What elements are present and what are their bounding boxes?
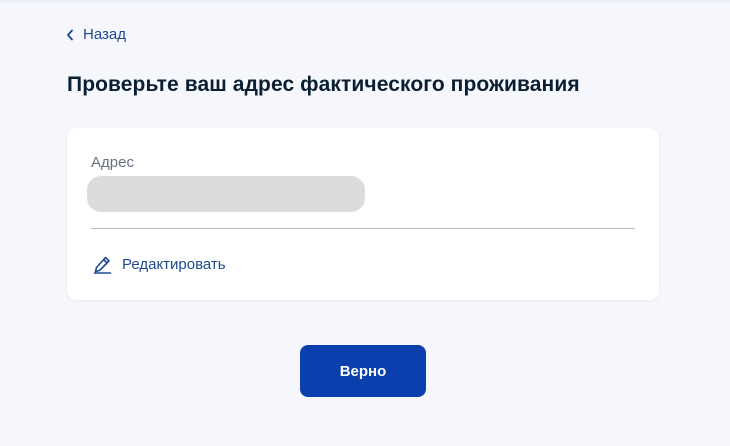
top-bar xyxy=(0,0,730,3)
card-divider xyxy=(91,228,635,229)
address-card: Адрес Редактировать xyxy=(67,128,659,300)
back-label: Назад xyxy=(83,26,126,43)
back-link[interactable]: Назад xyxy=(66,26,126,43)
address-value-redacted xyxy=(87,176,365,212)
pencil-icon xyxy=(93,255,112,274)
address-field-label: Адрес xyxy=(91,154,134,171)
confirm-button[interactable]: Верно xyxy=(300,345,426,397)
page-title: Проверьте ваш адрес фактического прожива… xyxy=(67,73,580,96)
chevron-left-icon xyxy=(66,29,74,41)
edit-label: Редактировать xyxy=(122,256,226,273)
edit-address-link[interactable]: Редактировать xyxy=(93,255,226,274)
